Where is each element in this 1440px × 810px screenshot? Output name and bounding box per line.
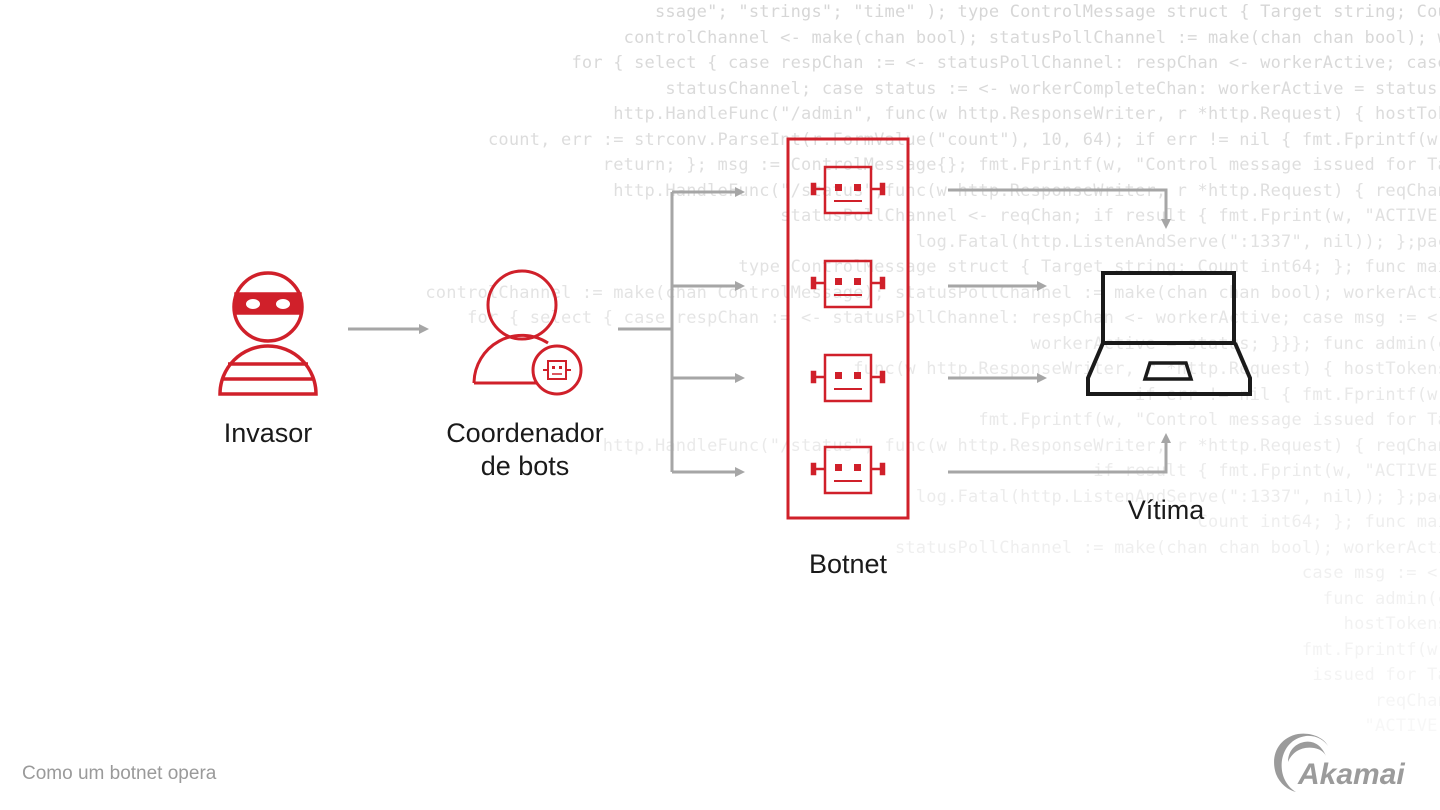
botnet-box [786,137,910,520]
bot-herder-label-line2: de bots [480,451,570,481]
bot-icon [810,445,886,495]
arrow-bot-4-to-victim [948,433,1171,474]
arrows-botnet-to-victim [948,188,1171,474]
bot-icon [810,259,886,309]
arrow-bot-1-to-victim [948,188,1171,229]
victim-label: Vítima [1127,495,1205,525]
akamai-logo: Akamai [1274,733,1405,792]
bot-icon [810,165,886,215]
caption: Como um botnet opera [22,763,217,784]
bot-herder-icon [472,269,583,396]
laptop-icon [1086,271,1252,396]
attacker-eye-right [276,299,290,309]
attacker-label: Invasor [223,418,313,448]
bot-icon [810,353,886,403]
botnet-bots [810,165,886,495]
attacker-icon [218,271,318,396]
attacker-eye-left [246,299,260,309]
bot-herder-label-line1: Coordenador [446,418,604,448]
bot-badge-icon [531,344,583,396]
fanout-arrows-herder-to-botnet [618,187,745,477]
akamai-wordmark: Akamai [1297,758,1405,791]
botnet-diagram [218,137,1252,520]
bot-herder-label: Coordenador de bots [415,417,635,483]
botnet-label: Botnet [808,549,888,579]
